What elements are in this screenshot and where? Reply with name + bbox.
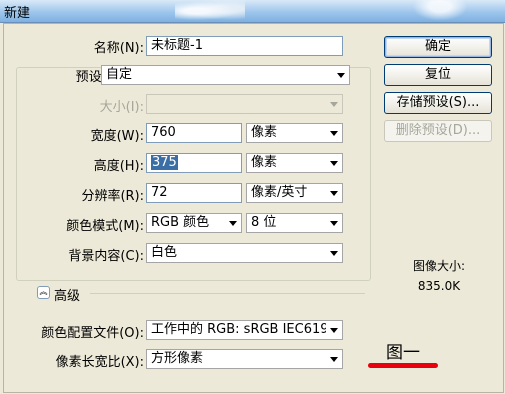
name-field[interactable]: 未标题-1 xyxy=(146,36,343,56)
image-size-value: 835.0K xyxy=(417,279,461,293)
chevron-down-icon xyxy=(330,251,338,256)
resolution-label: 分辨率(R): xyxy=(81,189,144,204)
ok-button[interactable]: 确定 xyxy=(384,36,492,58)
width-field[interactable]: 760 xyxy=(146,123,242,143)
size-select[interactable] xyxy=(146,94,343,114)
bit-depth-value: 8 位 xyxy=(251,215,277,230)
height-label: 高度(H): xyxy=(93,159,144,174)
color-profile-value: 工作中的 RGB: sRGB IEC6196... xyxy=(151,322,326,337)
delete-preset-button[interactable]: 删除预设(D)... xyxy=(384,120,492,142)
pixel-aspect-select[interactable]: 方形像素 xyxy=(146,349,343,369)
width-unit: 像素 xyxy=(251,125,278,140)
double-chevron-up-icon[interactable]: ︽ xyxy=(37,286,50,299)
annotation-underline xyxy=(368,363,438,368)
chevron-down-icon xyxy=(229,221,237,226)
width-unit-select[interactable]: 像素 xyxy=(246,123,343,143)
chevron-down-icon xyxy=(330,191,338,196)
advanced-separator xyxy=(90,293,365,294)
name-value: 未标题-1 xyxy=(151,38,203,53)
background-select[interactable]: 白色 xyxy=(146,243,343,263)
bit-depth-select[interactable]: 8 位 xyxy=(246,213,343,233)
preset-select[interactable]: 自定 xyxy=(101,65,350,85)
chevron-down-icon xyxy=(337,73,345,78)
chevron-down-icon xyxy=(330,221,338,226)
size-label: 大小(I): xyxy=(99,100,144,115)
color-profile-select[interactable]: 工作中的 RGB: sRGB IEC6196... xyxy=(146,320,343,340)
annotation-caption: 图一 xyxy=(386,343,420,363)
chevron-down-icon xyxy=(330,102,338,107)
color-profile-label: 颜色配置文件(O): xyxy=(41,326,144,341)
image-size-label: 图像大小: xyxy=(412,259,466,273)
width-value: 760 xyxy=(151,125,176,140)
chevron-down-icon xyxy=(330,328,338,333)
name-label: 名称(N): xyxy=(93,41,144,56)
color-mode-select[interactable]: RGB 颜色 xyxy=(146,213,242,233)
height-unit-select[interactable]: 像素 xyxy=(246,153,343,173)
preset-value: 自定 xyxy=(106,67,133,82)
title-bar: 新建 xyxy=(0,0,505,23)
chevron-down-icon xyxy=(330,161,338,166)
window-title: 新建 xyxy=(4,6,31,21)
save-preset-button[interactable]: 存储预设(S)... xyxy=(384,92,492,114)
chevron-down-icon xyxy=(330,357,338,362)
resolution-unit: 像素/英寸 xyxy=(251,185,308,200)
color-mode-value: RGB 颜色 xyxy=(151,215,210,230)
chevron-down-icon xyxy=(330,131,338,136)
height-field[interactable]: 375 xyxy=(146,153,242,173)
resolution-field[interactable]: 72 xyxy=(146,183,242,203)
resolution-unit-select[interactable]: 像素/英寸 xyxy=(246,183,343,203)
pixel-aspect-value: 方形像素 xyxy=(151,351,204,366)
pixel-aspect-label: 像素长宽比(X): xyxy=(55,355,144,370)
reset-button[interactable]: 复位 xyxy=(384,64,492,86)
width-label: 宽度(W): xyxy=(90,129,144,144)
titlebar-decoration xyxy=(410,0,470,22)
new-document-dialog: 名称(N): 未标题-1 预设(P): 自定 大小(I): 宽度(W): 760… xyxy=(3,23,504,393)
height-value: 375 xyxy=(151,155,178,170)
color-mode-label: 颜色模式(M): xyxy=(66,219,144,234)
background-label: 背景内容(C): xyxy=(68,249,144,264)
advanced-label: 高级 xyxy=(54,289,81,304)
background-value: 白色 xyxy=(151,245,178,260)
resolution-value: 72 xyxy=(151,185,168,200)
titlebar-decoration xyxy=(175,0,245,22)
height-unit: 像素 xyxy=(251,155,278,170)
